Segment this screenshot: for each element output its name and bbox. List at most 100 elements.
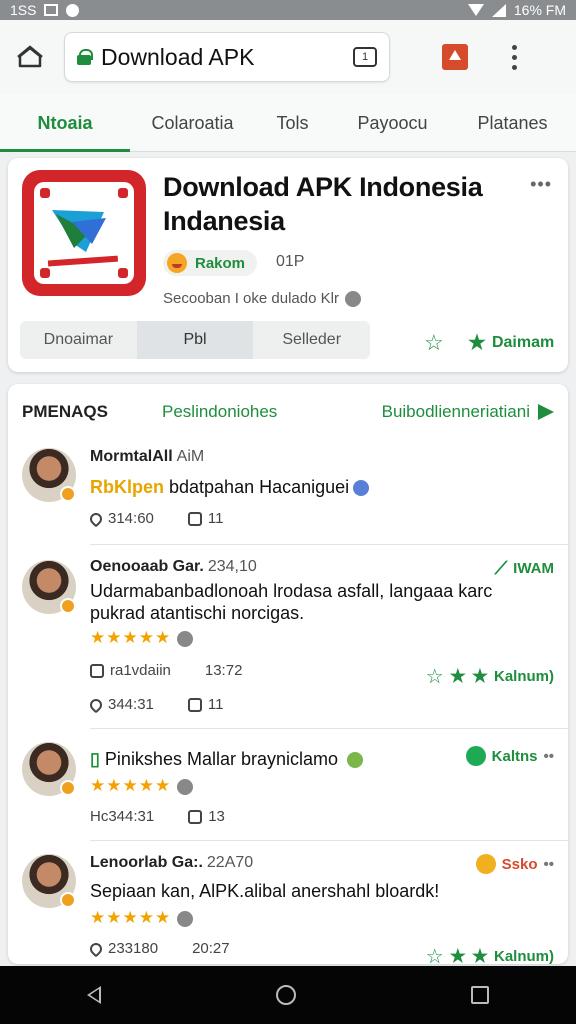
reviews-header-title: PMENAQS bbox=[22, 402, 108, 421]
heart-icon bbox=[87, 510, 105, 528]
rating-label: Rakom bbox=[195, 254, 246, 272]
edit-time: 13:72 bbox=[204, 662, 243, 679]
battery-text: 16% FM bbox=[513, 2, 566, 18]
review-text: RbKlpen bdatpahan Hacaniguei bbox=[90, 476, 530, 498]
review-action[interactable]: ☆ ★ ★ Kalnum) bbox=[426, 664, 554, 689]
tabs-icon[interactable]: 1 bbox=[353, 47, 377, 67]
like-count-text: 233180 bbox=[108, 940, 159, 957]
tab-platanes[interactable]: Platanes bbox=[455, 94, 570, 152]
review-tag[interactable]: ⟋ IWAM bbox=[495, 558, 554, 579]
review-text: Udarmabanbadlonoah lrodasa asfall, langa… bbox=[90, 581, 493, 623]
comment-count-text: 13 bbox=[208, 808, 225, 825]
review-tag[interactable]: Kaltns •• bbox=[465, 746, 554, 766]
star-outline-icon[interactable]: ☆ bbox=[424, 330, 444, 356]
tab-payoocu[interactable]: Payoocu bbox=[330, 94, 455, 152]
rating-stars: ★★★★★ bbox=[90, 628, 194, 648]
review-tag-text: IWAM bbox=[513, 560, 554, 577]
like-count[interactable]: 314:60 bbox=[87, 510, 154, 528]
review-meta: ra1vdaiin 13:72 bbox=[90, 662, 242, 679]
reviews-filter-link[interactable]: Peslindoniohes bbox=[162, 402, 362, 422]
segment-dnoaimar[interactable]: Dnoaimar bbox=[20, 321, 137, 359]
emoji-icon bbox=[167, 253, 187, 273]
menu-icon[interactable] bbox=[512, 44, 518, 70]
like-count[interactable]: 233180 bbox=[87, 940, 159, 958]
review-time: AiM bbox=[176, 448, 205, 465]
review-action[interactable]: ☆ ★ ★ Kalnum) bbox=[426, 944, 554, 964]
bookmark-mini-icon: ▯ bbox=[90, 749, 100, 769]
like-count-text: 314:60 bbox=[108, 510, 154, 527]
comment-count[interactable]: 11 bbox=[187, 696, 224, 713]
stars-text: ★★★★★ bbox=[90, 776, 172, 795]
reviews-write-link[interactable]: Buibodlienneriatiani bbox=[382, 402, 554, 422]
comment-icon bbox=[187, 512, 202, 527]
circle-home-icon[interactable] bbox=[275, 985, 296, 1005]
comment-count-text: 20:27 bbox=[192, 940, 230, 957]
divider bbox=[90, 840, 568, 841]
review-body: bdatpahan Hacaniguei bbox=[164, 477, 350, 497]
recents-icon[interactable] bbox=[470, 986, 489, 1004]
badge-icon bbox=[60, 598, 76, 614]
send-icon bbox=[538, 404, 554, 420]
star-icon: ★ bbox=[449, 666, 466, 686]
more-icon: •• bbox=[543, 747, 554, 765]
bookmark-icon[interactable] bbox=[442, 44, 468, 70]
review-highlight: RbKlpen bbox=[90, 477, 164, 497]
review-meta: 233180 20:27 bbox=[87, 940, 230, 958]
review-tag[interactable]: Ssko •• bbox=[475, 854, 554, 874]
comment-count[interactable]: 13 bbox=[188, 808, 225, 825]
home-button[interactable] bbox=[0, 20, 60, 94]
badge-icon bbox=[60, 892, 76, 908]
review-tag-text: Ssko bbox=[501, 855, 538, 873]
address-bar[interactable]: Download APK 1 bbox=[64, 32, 390, 82]
cta-button[interactable]: ★ Daimam bbox=[468, 330, 554, 355]
reviews-card: PMENAQS Peslindoniohes Buibodlienneriati… bbox=[8, 384, 568, 964]
rating-badge[interactable]: Rakom bbox=[163, 250, 258, 276]
reviewer-name-text: Lenoorlab Ga:. bbox=[90, 854, 203, 871]
app-card: Download APK Indonesia Indanesia ••• Rak… bbox=[8, 158, 568, 372]
heart-icon bbox=[87, 940, 105, 958]
alert-icon bbox=[66, 3, 80, 17]
edit-date: ra1vdaiin bbox=[90, 662, 171, 679]
category-tabs: Ntoaia Colaroatia Tols Payoocu Platanes bbox=[0, 94, 576, 152]
verified-icon bbox=[347, 752, 364, 769]
tab-colaroatia[interactable]: Colaroatia bbox=[130, 94, 255, 152]
segment-pbl[interactable]: Pbl bbox=[136, 321, 254, 359]
tab-ntoaia[interactable]: Ntoaia bbox=[0, 94, 130, 152]
segment-selleder[interactable]: Selleder bbox=[253, 321, 370, 359]
cta-label: Daimam bbox=[491, 333, 555, 351]
reviewer-name-text: Oenooaab Gar. bbox=[90, 558, 204, 575]
heart-icon bbox=[87, 696, 105, 714]
app-logo-icon[interactable] bbox=[22, 170, 146, 296]
badge-icon bbox=[60, 780, 76, 796]
stars-text: ★★★★★ bbox=[90, 908, 172, 927]
verified-icon bbox=[353, 480, 370, 497]
home-icon bbox=[17, 45, 43, 68]
back-icon[interactable] bbox=[87, 986, 102, 1004]
status-time: 1SS bbox=[10, 2, 37, 18]
more-options-icon[interactable]: ••• bbox=[530, 174, 552, 195]
app-subtitle: Secooban I oke dulado Klr bbox=[163, 290, 361, 307]
comment-count-text: 11 bbox=[207, 696, 224, 713]
review-time: 234,10 bbox=[207, 558, 257, 575]
tab-tols[interactable]: Tols bbox=[255, 94, 330, 152]
comment-count[interactable]: 11 bbox=[187, 510, 223, 527]
info-icon bbox=[177, 910, 194, 927]
calendar-icon bbox=[90, 664, 104, 679]
review-action-text: Kalnum) bbox=[494, 668, 554, 685]
star-outline-icon: ☆ bbox=[425, 666, 444, 688]
sun-icon bbox=[475, 854, 496, 874]
like-count[interactable]: 344:31 bbox=[87, 696, 154, 714]
info-icon bbox=[344, 290, 361, 307]
url-text[interactable]: Download APK bbox=[101, 44, 353, 71]
rating-aux: 01P bbox=[276, 253, 305, 270]
comment-icon bbox=[187, 698, 202, 713]
review-action-text: Kalnum) bbox=[494, 948, 554, 964]
review-body: Pinikshes Mallar brayniclamo bbox=[104, 749, 339, 769]
star-icon: ★ bbox=[449, 946, 466, 964]
app-title: Download APK Indonesia Indanesia bbox=[163, 172, 483, 236]
chat-icon bbox=[465, 746, 486, 766]
review-text: Sepiaan kan, AlPK.alibal anershahl bloar… bbox=[90, 881, 440, 901]
divider bbox=[90, 544, 568, 545]
signal-icon bbox=[491, 3, 506, 17]
stars-text: ★★★★★ bbox=[90, 628, 172, 647]
